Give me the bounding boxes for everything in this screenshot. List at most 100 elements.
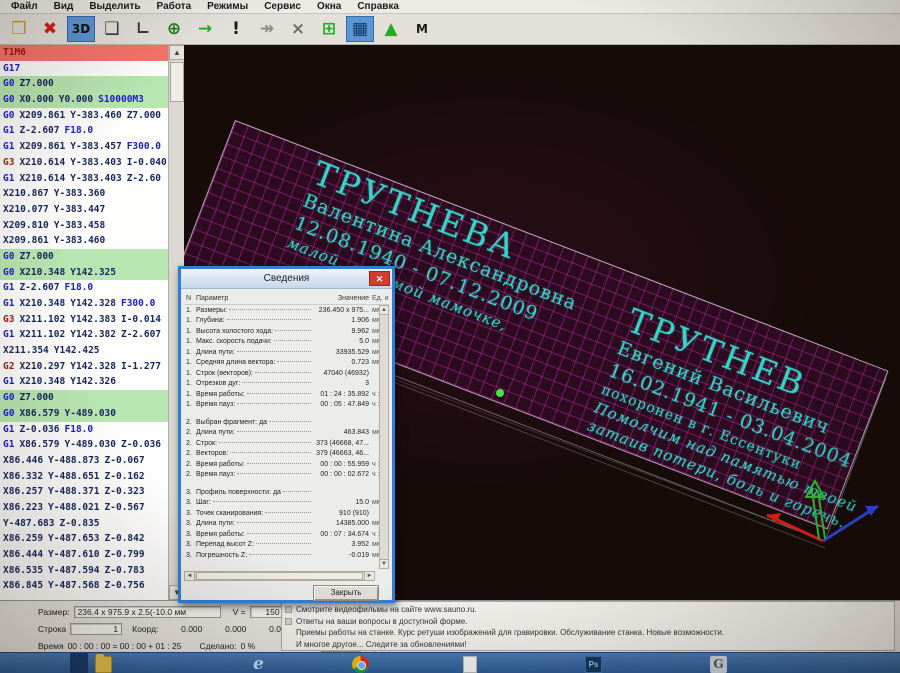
gcode-line[interactable]: X86.257Y-488.371Z-0.323 <box>0 484 168 500</box>
size-field[interactable]: 236.4 x 975.9 x 2.5(-10.0 мм <box>74 606 221 618</box>
toolbar-stop-x-button[interactable]: × <box>284 16 312 42</box>
gcode-line[interactable]: G0X210.348Y142.325 <box>0 265 168 281</box>
tips-panel: Смотрите видеофильмы на сайте www.sauno.… <box>281 601 895 651</box>
close-button[interactable]: Закрыть <box>313 585 379 601</box>
gcode-line[interactable]: X211.354Y142.425 <box>0 343 168 359</box>
gcode-line[interactable]: X209.810Y-383.458 <box>0 218 168 234</box>
dialog-hscrollbar[interactable]: ◄ ► <box>184 571 375 581</box>
gcode-line[interactable]: G1X211.102Y142.382Z-2.607 <box>0 327 168 343</box>
done-value: 0 % <box>241 641 256 651</box>
gcode-line[interactable]: G17 <box>0 61 168 77</box>
gcode-line[interactable]: X86.259Y-487.653Z-0.842 <box>0 531 168 547</box>
coord-label: Коорд: <box>132 624 158 634</box>
chrome-icon[interactable] <box>352 656 369 673</box>
dialog-row: 1.Высота холостого хода:9.962мм <box>184 326 389 337</box>
gcode-line[interactable]: X86.444Y-487.610Z-0.799 <box>0 547 168 563</box>
toolbar-recycle-triangle-button[interactable]: ▲ <box>377 16 405 42</box>
gcode-line[interactable]: G1X210.614Y-383.403Z-2.60 <box>0 171 168 187</box>
toolbar-run-arrow-button[interactable]: → <box>191 16 219 42</box>
toolbar-frame-corner-button[interactable]: ∟ <box>129 16 157 42</box>
dialog-row: 3.Время работы:00 : 07 : 34.674ч : м <box>184 529 389 540</box>
dialog-row: 3.Профиль поверхности: да <box>184 487 389 498</box>
line-label: Строка <box>38 624 66 634</box>
gcode-line[interactable]: X86.223Y-488.021Z-0.567 <box>0 500 168 516</box>
menu-item-7[interactable]: Окна <box>309 1 349 12</box>
folder-icon[interactable] <box>95 656 112 673</box>
menu-item-8[interactable]: Справка <box>349 1 407 12</box>
time-label: Время <box>38 641 64 651</box>
dialog-scroll-up-icon[interactable]: ▲ <box>380 306 388 315</box>
coord-x: 0.000 <box>162 624 202 634</box>
dialog-row: 2.Длина пути:463.843мм <box>184 428 389 439</box>
gcode-line[interactable]: X86.845Y-487.568Z-0.756 <box>0 578 168 594</box>
gcode-line[interactable]: G1X86.579Y-489.030Z-0.036 <box>0 437 168 453</box>
taskbar-start-edge[interactable] <box>70 653 88 673</box>
toolbar-cube-view-button[interactable]: ❑ <box>98 16 126 42</box>
menu-item-2[interactable]: Вид <box>46 1 82 12</box>
toolbar-grid-arrow-button[interactable]: ⊞ <box>315 16 343 42</box>
gcode-line[interactable]: Y-487.683Z-0.835 <box>0 516 168 532</box>
gcode-line[interactable]: X86.535Y-487.594Z-0.783 <box>0 563 168 579</box>
scroll-up-icon[interactable]: ▲ <box>169 45 185 60</box>
delete-red-x-icon: ✖ <box>43 21 57 38</box>
gcode-program-list[interactable]: T1M6G17G0Z7.000G0X0.000Y0.000S10000M3G0X… <box>0 45 168 600</box>
dialog-vscrollbar[interactable]: ▲ ▼ <box>379 305 389 569</box>
gcode-line[interactable]: G3X211.102Y142.383I-0.014 <box>0 312 168 328</box>
gcode-line[interactable]: T1M6 <box>0 45 168 61</box>
gcode-line[interactable]: G0X209.861Y-383.460Z7.000 <box>0 108 168 124</box>
document-icon[interactable] <box>463 656 477 673</box>
gcode-line[interactable]: G2X210.297Y142.328I-1.277 <box>0 359 168 375</box>
gcode-line[interactable]: G1X210.348Y142.326 <box>0 374 168 390</box>
menu-item-4[interactable]: Работа <box>149 1 200 12</box>
gcode-line[interactable]: X209.861Y-383.460 <box>0 233 168 249</box>
gcode-line[interactable]: G1X209.861Y-383.457F300.0 <box>0 139 168 155</box>
toolbar-view-3d-button[interactable]: 3D <box>67 16 95 42</box>
gcode-line[interactable]: X86.446Y-488.873Z-0.067 <box>0 453 168 469</box>
dialog-table-header: N Параметр Значение Ед. и <box>184 292 389 305</box>
gcode-line[interactable]: G0Z7.000 <box>0 76 168 92</box>
menu-item-5[interactable]: Режимы <box>199 1 256 12</box>
toolbar-grid-view-button[interactable]: ▦ <box>346 16 374 42</box>
toolbar-delete-red-x-button[interactable]: ✖ <box>36 16 64 42</box>
dialog-hscroll-thumb[interactable] <box>196 572 363 580</box>
toolbar-target-circle-button[interactable]: ⊕ <box>160 16 188 42</box>
menu-item-1[interactable]: Файл <box>3 1 46 12</box>
gcode-line[interactable]: X86.332Y-488.651Z-0.162 <box>0 469 168 485</box>
dialog-row: 1.Средняя длина вектора:0.723мм <box>184 358 389 369</box>
tips-bullets <box>285 606 293 630</box>
gcode-line[interactable]: G1X210.348Y142.328F300.0 <box>0 296 168 312</box>
gcode-line[interactable]: X210.867Y-383.360 <box>0 186 168 202</box>
g-app-icon[interactable]: G <box>710 656 727 673</box>
gcode-line[interactable]: G0X86.579Y-489.030 <box>0 406 168 422</box>
line-field[interactable]: 1 <box>70 623 122 635</box>
menu-item-3[interactable]: Выделить <box>81 1 148 12</box>
gcode-line[interactable]: G1Z-2.607F18.0 <box>0 123 168 139</box>
menu-item-6[interactable]: Сервис <box>256 1 309 12</box>
dialog-scroll-left-icon[interactable]: ◄ <box>185 572 195 580</box>
gcode-line[interactable]: G0Z7.000 <box>0 249 168 265</box>
toolbar-warning-exclamation-button[interactable]: ! <box>222 16 250 42</box>
gcode-line[interactable]: G1Z-0.036F18.0 <box>0 422 168 438</box>
toolbar-open-file-button[interactable]: ❒ <box>5 16 33 42</box>
internet-explorer-icon[interactable]: e <box>253 656 270 673</box>
gcode-line[interactable]: G3X210.614Y-383.403I-0.040 <box>0 155 168 171</box>
gcode-line[interactable]: G1Z-2.607F18.0 <box>0 280 168 296</box>
warning-exclamation-icon: ! <box>232 21 240 38</box>
gcode-line[interactable]: X210.077Y-383.447 <box>0 202 168 218</box>
dialog-row: 1.Длина пути:33935.529мм <box>184 347 389 358</box>
toolbar-macro-m-button[interactable]: M <box>408 16 436 42</box>
gcode-line[interactable]: G0Z7.000 <box>0 390 168 406</box>
toolbar-skip-arrow-button[interactable]: ↠ <box>253 16 281 42</box>
dialog-row: 1.Отрезков дуг:3 <box>184 379 389 390</box>
dialog-scroll-down-icon[interactable]: ▼ <box>380 559 388 568</box>
speed-field[interactable]: 150 <box>250 606 284 618</box>
cube-view-icon: ❑ <box>104 21 119 38</box>
scroll-thumb[interactable] <box>170 62 184 102</box>
tool-position-dot <box>496 389 504 397</box>
engraving-app-window: ФайлВидВыделитьРаботаРежимыСервисОкнаСпр… <box>0 0 900 673</box>
gcode-line[interactable]: G0X0.000Y0.000S10000M3 <box>0 92 168 108</box>
close-icon[interactable]: ✕ <box>369 271 390 286</box>
photoshop-icon[interactable]: Ps <box>585 656 602 673</box>
dialog-row: 3.Точек сканирования:910 (910) <box>184 508 389 519</box>
dialog-scroll-right-icon[interactable]: ► <box>364 572 374 580</box>
